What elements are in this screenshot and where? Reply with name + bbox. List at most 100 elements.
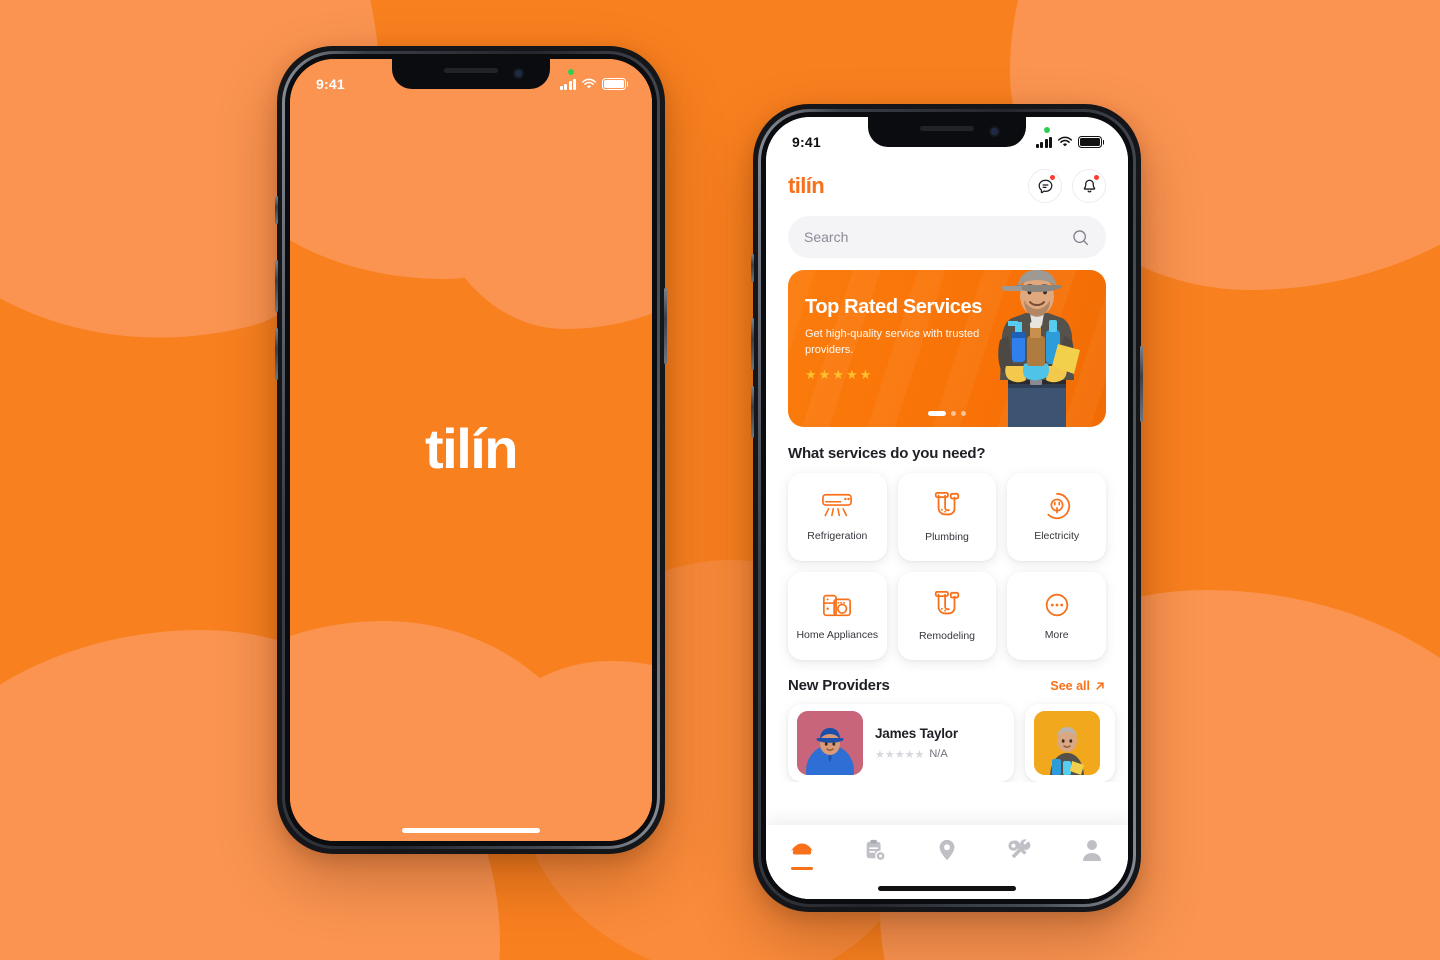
- service-tile-more[interactable]: More: [1007, 572, 1106, 660]
- person-icon: [1082, 840, 1101, 861]
- avatar: [1034, 711, 1100, 775]
- service-label: Home Appliances: [796, 629, 879, 642]
- air-conditioner-icon: [822, 494, 853, 517]
- see-all-button[interactable]: See all: [1050, 679, 1106, 693]
- tab-indicator: [936, 869, 958, 872]
- notifications-button[interactable]: [1072, 169, 1106, 203]
- pipe-icon: [934, 591, 960, 615]
- header-actions: [1028, 169, 1106, 203]
- ellipsis-circle-icon: [1045, 593, 1068, 617]
- providers-heading: New Providers: [788, 677, 890, 694]
- pagination-dot-1[interactable]: [928, 411, 946, 416]
- status-indicators: [559, 69, 626, 90]
- chat-badge-dot: [1050, 175, 1055, 180]
- wifi-icon: [1057, 136, 1073, 147]
- provider-rating: ★★★★★ N/A: [875, 748, 958, 761]
- provider-card[interactable]: [1025, 704, 1115, 782]
- service-tile-remodeling[interactable]: Remodeling: [897, 572, 997, 660]
- wifi-icon: [581, 78, 597, 89]
- home-indicator-right[interactable]: [878, 886, 1016, 891]
- status-time: 9:41: [316, 76, 345, 92]
- provider-name: James Taylor: [875, 725, 958, 741]
- service-label: More: [1044, 629, 1069, 642]
- service-label: Refrigeration: [807, 530, 868, 543]
- rating-value: N/A: [929, 748, 948, 760]
- appliances-icon: [823, 594, 852, 617]
- plug-icon: [1047, 493, 1070, 520]
- provider-info: James Taylor ★★★★★ N/A: [875, 726, 958, 761]
- banner-star-rating: ★ ★ ★ ★ ★: [805, 367, 872, 383]
- bell-icon: [1083, 179, 1095, 193]
- background-scene: 9:41 tilín 9:41 tilín Search Top Rated S…: [0, 0, 1440, 960]
- tab-active-indicator: [791, 867, 814, 870]
- pagination-dot-3[interactable]: [961, 411, 966, 416]
- clipboard-icon: [866, 839, 886, 862]
- search-section: [766, 203, 1128, 258]
- front-camera: [513, 68, 524, 79]
- tab-location[interactable]: [919, 838, 975, 872]
- splash-blob-2: [422, 59, 652, 329]
- banner-pagination[interactable]: [928, 411, 966, 416]
- promo-banner[interactable]: Top Rated Services Get high-quality serv…: [788, 270, 1106, 427]
- service-tile-electricity[interactable]: Electricity: [1007, 473, 1106, 561]
- tab-indicator: [864, 869, 886, 872]
- search-input[interactable]: [804, 229, 1071, 245]
- home-icon: [791, 843, 814, 855]
- chat-button[interactable]: [1028, 169, 1062, 203]
- service-tile-plumbing[interactable]: Plumbing: [897, 473, 997, 561]
- rating-stars: ★★★★★: [875, 748, 925, 761]
- volume-down-button[interactable]: [275, 328, 278, 380]
- battery-icon: [602, 78, 626, 90]
- notifications-badge-dot: [1094, 175, 1099, 180]
- service-tile-home-appliances[interactable]: Home Appliances: [788, 572, 887, 660]
- app-logo[interactable]: tilín: [788, 173, 825, 199]
- mute-switch[interactable]: [275, 196, 278, 224]
- phone-left-screen: 9:41 tilín: [290, 59, 652, 841]
- providers-list[interactable]: James Taylor ★★★★★ N/A: [766, 694, 1128, 782]
- tab-indicator: [1081, 869, 1103, 872]
- tab-home[interactable]: [774, 838, 830, 870]
- arrow-up-right-icon: [1096, 681, 1104, 690]
- service-tile-refrigeration[interactable]: Refrigeration: [788, 473, 887, 561]
- providers-header: New Providers See all: [766, 660, 1128, 694]
- service-label: Electricity: [1034, 530, 1080, 543]
- phone-notch: [868, 117, 1026, 147]
- banner-title: Top Rated Services: [805, 296, 982, 318]
- tab-profile[interactable]: [1064, 838, 1120, 872]
- promo-banner-section: Top Rated Services Get high-quality serv…: [766, 258, 1128, 427]
- pagination-dot-2[interactable]: [951, 411, 956, 416]
- search-bar[interactable]: [788, 216, 1106, 258]
- phone-right-screen: 9:41 tilín Search Top Rated Services Get…: [766, 117, 1128, 899]
- search-icon: [1073, 229, 1089, 245]
- provider-photo-second: [1034, 711, 1100, 775]
- mute-switch[interactable]: [751, 254, 754, 282]
- earpiece-speaker: [444, 68, 498, 73]
- chat-bubble-icon: [1038, 179, 1052, 193]
- cellular-signal-icon: [1035, 136, 1052, 148]
- pipe-icon: [934, 492, 960, 516]
- battery-icon: [1078, 136, 1102, 148]
- front-camera: [989, 126, 1000, 137]
- avatar: [797, 711, 863, 775]
- splash-logo: tilín: [424, 417, 519, 481]
- status-indicators: [1035, 127, 1102, 148]
- status-time: 9:41: [792, 134, 821, 150]
- volume-up-button[interactable]: [751, 318, 754, 370]
- app-home-screen: 9:41 tilín Search Top Rated Services Get…: [766, 117, 1128, 899]
- tab-indicator: [1008, 869, 1030, 872]
- phone-notch: [392, 59, 550, 89]
- volume-up-button[interactable]: [275, 260, 278, 312]
- volume-down-button[interactable]: [751, 386, 754, 438]
- cellular-signal-icon: [559, 78, 576, 90]
- power-button[interactable]: [1140, 346, 1143, 422]
- phone-left-splash: 9:41 tilín: [275, 46, 667, 854]
- power-button[interactable]: [664, 288, 667, 364]
- tab-services[interactable]: [991, 838, 1047, 872]
- home-indicator-left[interactable]: [402, 828, 540, 833]
- tab-bookings[interactable]: [847, 838, 903, 872]
- earpiece-speaker: [920, 126, 974, 131]
- service-label: Remodeling: [918, 630, 976, 643]
- map-pin-icon: [939, 839, 955, 861]
- provider-card[interactable]: James Taylor ★★★★★ N/A: [788, 704, 1014, 782]
- recording-indicator-dot: [567, 69, 574, 75]
